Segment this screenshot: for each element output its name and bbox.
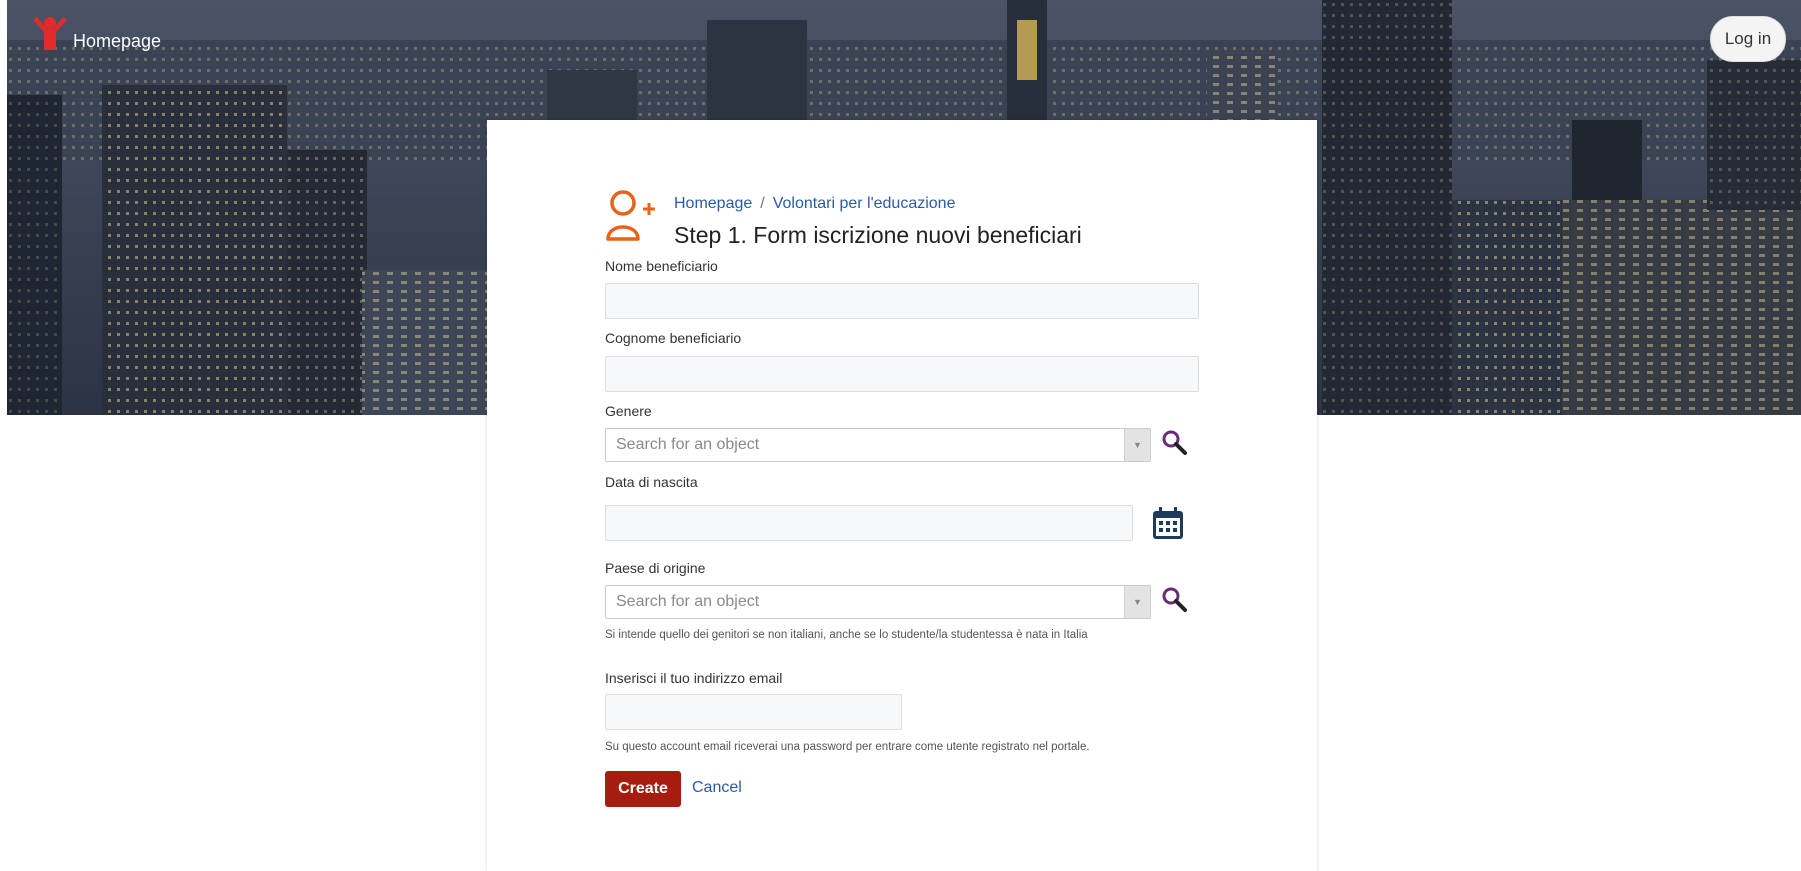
- search-icon[interactable]: [1160, 428, 1188, 458]
- email-label: Inserisci il tuo indirizzo email: [605, 670, 783, 686]
- paese-placeholder: Search for an object: [616, 593, 760, 610]
- create-button[interactable]: Create: [605, 771, 681, 807]
- top-navbar: Homepage Log in: [0, 0, 1801, 80]
- chevron-down-icon[interactable]: ▼: [1124, 586, 1150, 618]
- email-input[interactable]: [605, 694, 902, 730]
- breadcrumb: Homepage / Volontari per l'educazione: [674, 195, 955, 213]
- login-button[interactable]: Log in: [1710, 16, 1786, 62]
- cognome-label: Cognome beneficiario: [605, 330, 742, 346]
- search-icon[interactable]: [1160, 585, 1188, 615]
- cancel-link[interactable]: Cancel: [692, 779, 742, 797]
- paese-label: Paese di origine: [605, 560, 706, 576]
- child-hands-up-logo-icon[interactable]: [30, 14, 70, 54]
- data-nascita-label: Data di nascita: [605, 474, 698, 490]
- paese-help-text: Si intende quello dei genitori se non it…: [605, 629, 1088, 641]
- breadcrumb-home-link[interactable]: Homepage: [674, 195, 752, 212]
- nome-label: Nome beneficiario: [605, 258, 718, 274]
- data-nascita-input[interactable]: [605, 505, 1133, 541]
- cognome-input[interactable]: [605, 356, 1199, 392]
- brand-home-link[interactable]: Homepage: [73, 31, 161, 52]
- user-add-icon: [606, 190, 655, 241]
- calendar-icon[interactable]: [1151, 505, 1185, 541]
- breadcrumb-separator: /: [760, 195, 765, 212]
- email-help-text: Su questo account email riceverai una pa…: [605, 741, 1090, 753]
- breadcrumb-current-link[interactable]: Volontari per l'educazione: [773, 195, 956, 212]
- page-title: Step 1. Form iscrizione nuovi beneficiar…: [674, 222, 1082, 248]
- genere-placeholder: Search for an object: [616, 436, 760, 453]
- nome-input[interactable]: [605, 283, 1199, 319]
- chevron-down-icon[interactable]: ▼: [1124, 429, 1150, 461]
- paese-select[interactable]: Search for an object ▼: [605, 585, 1151, 619]
- genere-label: Genere: [605, 403, 652, 419]
- genere-select[interactable]: Search for an object ▼: [605, 428, 1151, 462]
